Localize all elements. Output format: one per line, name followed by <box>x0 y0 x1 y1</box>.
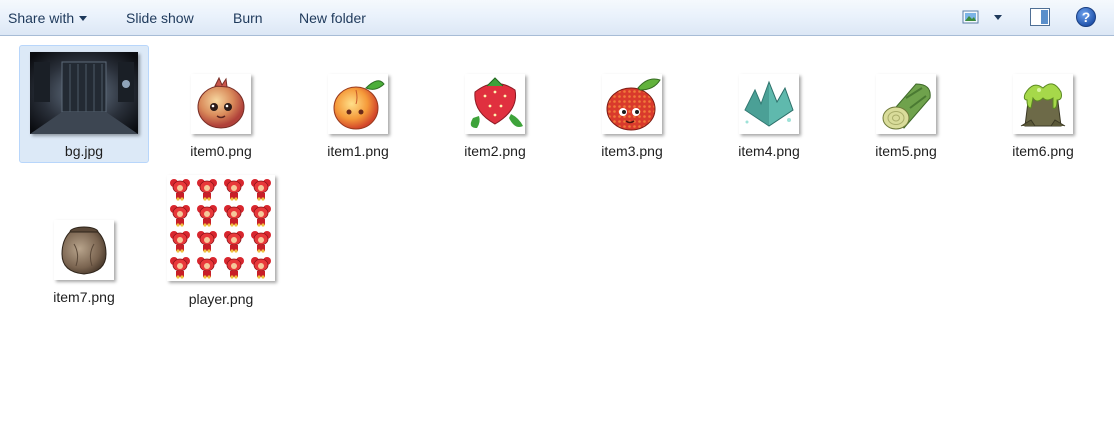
file-name: item4.png <box>738 143 800 159</box>
thumbnail-clay-pot <box>54 220 114 280</box>
file-name: item5.png <box>875 143 937 159</box>
slide-show-button[interactable]: Slide show <box>126 9 194 27</box>
file-name: item2.png <box>464 143 526 159</box>
file-item-player[interactable]: player.png <box>156 174 286 307</box>
thumbnail-sprite-sheet <box>167 175 275 281</box>
file-item-item3[interactable]: item3.png <box>567 45 697 163</box>
file-item-item5[interactable]: item5.png <box>841 45 971 163</box>
sprite-frame <box>197 205 217 227</box>
sprite-frame <box>170 205 190 227</box>
file-name: item7.png <box>53 289 115 305</box>
thumbnail-log <box>876 74 936 134</box>
sprite-frame <box>224 231 244 253</box>
thumbnail-crystal <box>739 74 799 134</box>
sprite-frame <box>224 179 244 201</box>
thumbnail-dark-room <box>30 52 138 134</box>
sprite-frame <box>197 257 217 279</box>
file-name: player.png <box>188 291 254 307</box>
file-name: item3.png <box>601 143 663 159</box>
file-list: bg.jpg item0.png item1.png item2.png ite… <box>0 37 1114 432</box>
file-name: item1.png <box>327 143 389 159</box>
file-item-item1[interactable]: item1.png <box>293 45 423 163</box>
preview-pane-icon[interactable] <box>1030 7 1050 27</box>
thumbnail-peach <box>328 74 388 134</box>
sprite-frame <box>251 205 271 227</box>
thumbnail-lychee <box>602 74 662 134</box>
command-bar: Share with Slide show Burn New folder ? <box>0 0 1114 36</box>
sprite-frame <box>170 179 190 201</box>
burn-button[interactable]: Burn <box>233 9 263 27</box>
sprite-frame <box>170 231 190 253</box>
thumbnail-strawberry <box>465 74 525 134</box>
file-name: item0.png <box>190 143 252 159</box>
share-with-button[interactable]: Share with <box>8 9 88 27</box>
share-with-label: Share with <box>8 10 75 26</box>
sprite-frame <box>251 179 271 201</box>
file-name: item6.png <box>1012 143 1074 159</box>
help-glyph: ? <box>1082 9 1091 25</box>
sprite-frame <box>251 257 271 279</box>
view-dropdown-chevron-icon[interactable] <box>994 15 1002 20</box>
view-options-icon[interactable] <box>962 9 980 25</box>
sprite-frame <box>224 205 244 227</box>
sprite-frame <box>251 231 271 253</box>
sprite-frame <box>197 231 217 253</box>
file-item-item2[interactable]: item2.png <box>430 45 560 163</box>
file-item-item4[interactable]: item4.png <box>704 45 834 163</box>
chevron-down-icon <box>79 16 88 21</box>
sprite-frame <box>224 257 244 279</box>
file-name: bg.jpg <box>64 143 104 159</box>
file-item-bg[interactable]: bg.jpg <box>19 45 149 163</box>
file-item-item6[interactable]: item6.png <box>978 45 1108 163</box>
thumbnail-slime-stump <box>1013 74 1073 134</box>
file-item-item7[interactable]: item7.png <box>19 191 149 309</box>
new-folder-button[interactable]: New folder <box>299 9 366 27</box>
sprite-frame <box>170 257 190 279</box>
sprite-frame <box>197 179 217 201</box>
file-item-item0[interactable]: item0.png <box>156 45 286 163</box>
help-icon[interactable]: ? <box>1076 7 1096 27</box>
thumbnail-pomegranate <box>191 74 251 134</box>
